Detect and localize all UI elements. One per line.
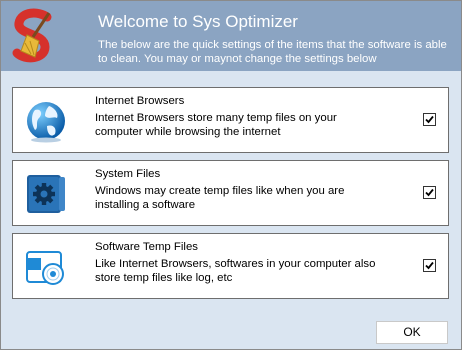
item-title: Internet Browsers [95, 95, 185, 107]
optimizer-window: Welcome to Sys Optimizer The below are t… [0, 0, 462, 350]
software-temp-files-card: Software Temp Files Like Internet Browse… [12, 233, 449, 299]
checkmark-icon [425, 261, 434, 270]
checkmark-icon [425, 115, 434, 124]
system-files-checkbox[interactable] [423, 186, 436, 199]
disc-software-icon [26, 251, 64, 285]
globe-icon [27, 102, 65, 143]
system-files-card: System Files Windows may create temp fil… [12, 160, 449, 226]
internet-browsers-card: Internet Browsers Internet Browsers stor… [12, 87, 449, 153]
system-gear-icon [27, 175, 65, 213]
internet-browsers-checkbox[interactable] [423, 113, 436, 126]
header-banner: Welcome to Sys Optimizer The below are t… [1, 1, 461, 71]
checkmark-icon [425, 188, 434, 197]
item-title: System Files [95, 168, 161, 180]
item-description: Internet Browsers store many temp files … [95, 112, 337, 138]
window-description: The below are the quick settings of the … [98, 39, 447, 65]
broom-s-logo-icon [12, 8, 52, 63]
software-temp-files-checkbox[interactable] [423, 259, 436, 272]
ok-button[interactable]: OK [376, 321, 448, 344]
window-title: Welcome to Sys Optimizer [98, 12, 298, 31]
item-description: Like Internet Browsers, softwares in you… [95, 258, 376, 284]
item-description: Windows may create temp files like when … [95, 185, 345, 211]
item-title: Software Temp Files [95, 241, 198, 253]
